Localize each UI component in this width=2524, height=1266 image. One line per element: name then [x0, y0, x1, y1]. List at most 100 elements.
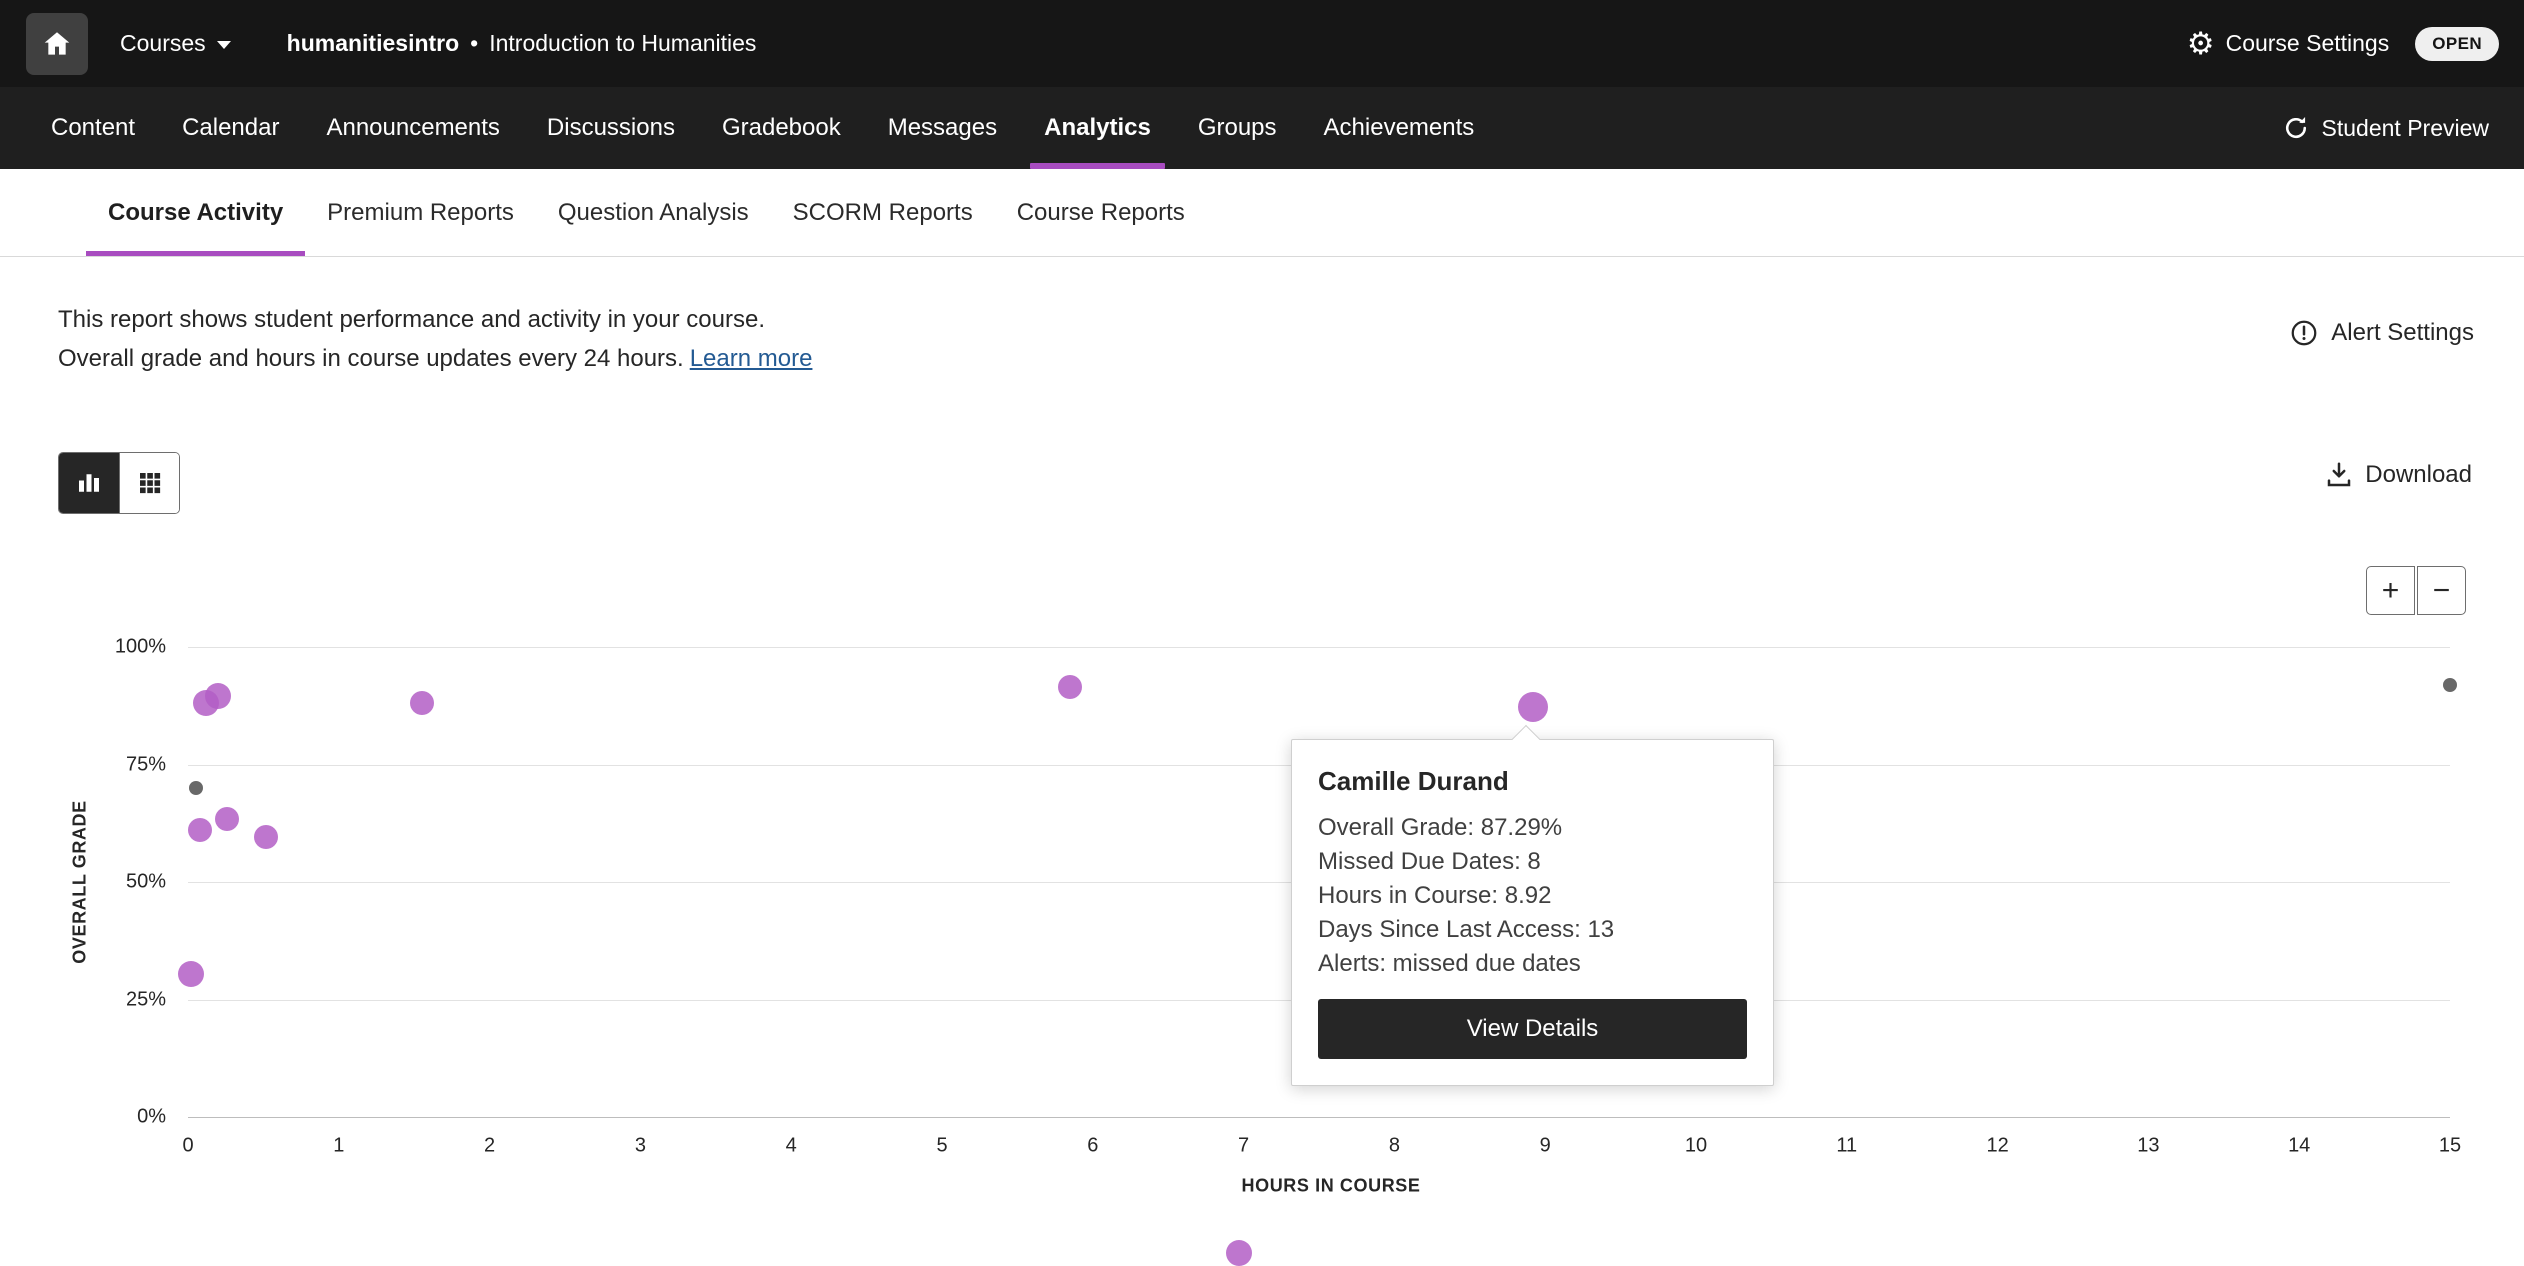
topbar: Courses humanitiesintro • Introduction t…: [0, 0, 2524, 87]
data-point[interactable]: [189, 781, 203, 795]
table-grid-icon: [135, 468, 165, 498]
tab-discussions[interactable]: Discussions: [547, 87, 675, 169]
view-toggle-group: [58, 452, 180, 514]
topbar-right: ⚙ Course Settings OPEN: [2187, 27, 2499, 61]
data-point[interactable]: [215, 807, 239, 831]
gridline: [188, 1117, 2450, 1118]
subnav-tabs: Course Activity Premium Reports Question A…: [0, 169, 2524, 256]
report-description-line2: Overall grade and hours in course update…: [58, 339, 812, 378]
download-label: Download: [2365, 461, 2472, 489]
x-axis-title: HOURS IN COURSE: [1241, 1176, 1420, 1197]
alert-settings-button[interactable]: Alert Settings: [2289, 318, 2474, 348]
student-preview-label: Student Preview: [2322, 115, 2489, 142]
subtab-course-reports[interactable]: Course Reports: [1017, 169, 1185, 256]
tooltip-stat: Overall Grade: 87.29%: [1318, 811, 1747, 845]
report-description-line1: This report shows student performance an…: [58, 300, 812, 339]
gear-icon: ⚙: [2187, 28, 2215, 59]
tab-achievements[interactable]: Achievements: [1324, 87, 1475, 169]
open-status-badge: OPEN: [2415, 27, 2499, 61]
report-description-line2-text: Overall grade and hours in course update…: [58, 345, 684, 372]
data-point[interactable]: [410, 691, 434, 715]
course-settings-button[interactable]: ⚙ Course Settings: [2187, 28, 2389, 59]
x-tick-label: 14: [2288, 1135, 2310, 1158]
gridline: [188, 647, 2450, 648]
subtab-question-analysis[interactable]: Question Analysis: [558, 169, 749, 256]
x-tick-label: 4: [786, 1135, 797, 1158]
tab-groups[interactable]: Groups: [1198, 87, 1277, 169]
report-description: This report shows student performance an…: [58, 300, 812, 378]
x-tick-label: 15: [2439, 1135, 2461, 1158]
tooltip-lines: Overall Grade: 87.29%Missed Due Dates: 8…: [1318, 811, 1747, 981]
y-tick-label: 100%: [0, 636, 166, 659]
data-point-partial[interactable]: [1226, 1240, 1252, 1266]
x-tick-label: 12: [1986, 1135, 2008, 1158]
tooltip-student-name: Camille Durand: [1318, 766, 1747, 797]
x-tick-label: 5: [936, 1135, 947, 1158]
scatter-chart: 100%75%50%25%0% 0123456789101112131415 O…: [0, 647, 2524, 1262]
x-tick-label: 0: [182, 1135, 193, 1158]
data-point[interactable]: [178, 961, 204, 987]
tab-gradebook[interactable]: Gradebook: [722, 87, 841, 169]
x-tick-label: 9: [1540, 1135, 1551, 1158]
tab-announcements[interactable]: Announcements: [326, 87, 499, 169]
courses-label: Courses: [120, 30, 206, 57]
alert-icon: [2289, 318, 2319, 348]
y-tick-label: 0%: [0, 1106, 166, 1129]
home-icon: [41, 28, 73, 60]
student-tooltip: Camille Durand Overall Grade: 87.29%Miss…: [1291, 739, 1774, 1086]
x-tick-label: 6: [1087, 1135, 1098, 1158]
data-point[interactable]: [2443, 678, 2457, 692]
bar-chart-icon: [74, 468, 104, 498]
data-point[interactable]: [1058, 675, 1082, 699]
x-tick-label: 10: [1685, 1135, 1707, 1158]
student-preview-refresh-icon: [2282, 114, 2310, 142]
download-button[interactable]: Download: [2324, 460, 2472, 490]
x-tick-label: 11: [1836, 1135, 1857, 1158]
view-details-button[interactable]: View Details: [1318, 999, 1747, 1059]
course-settings-label: Course Settings: [2226, 30, 2390, 57]
breadcrumb-course-name: Introduction to Humanities: [489, 30, 756, 57]
y-tick-label: 25%: [0, 988, 166, 1011]
y-axis-title: OVERALL GRADE: [70, 800, 91, 963]
home-button[interactable]: [26, 13, 88, 75]
x-tick-label: 1: [333, 1135, 344, 1158]
tab-messages[interactable]: Messages: [888, 87, 997, 169]
data-point[interactable]: [254, 825, 278, 849]
x-tick-label: 13: [2137, 1135, 2159, 1158]
zoom-controls: + −: [2366, 566, 2466, 615]
zoom-in-button[interactable]: +: [2366, 566, 2415, 615]
zoom-out-button[interactable]: −: [2417, 566, 2466, 615]
data-point[interactable]: [188, 818, 212, 842]
student-preview-button[interactable]: Student Preview: [2282, 114, 2489, 142]
tooltip-stat: Alerts: missed due dates: [1318, 947, 1747, 981]
tooltip-stat: Hours in Course: 8.92: [1318, 879, 1747, 913]
course-nav: Content Calendar Announcements Discussions G…: [0, 87, 2524, 169]
breadcrumb-separator: •: [470, 30, 478, 57]
data-point[interactable]: [205, 683, 231, 709]
analytics-subnav: Course Activity Premium Reports Question A…: [0, 169, 2524, 257]
courses-menu-button[interactable]: Courses: [120, 30, 231, 57]
chevron-down-icon: [217, 41, 231, 49]
x-tick-label: 8: [1389, 1135, 1400, 1158]
x-tick-label: 2: [484, 1135, 495, 1158]
nav-tabs: Content Calendar Announcements Discussions G…: [0, 87, 1474, 169]
tooltip-stat: Days Since Last Access: 13: [1318, 913, 1747, 947]
y-tick-label: 75%: [0, 753, 166, 776]
learn-more-link[interactable]: Learn more: [690, 345, 813, 372]
breadcrumb-course-id: humanitiesintro: [287, 30, 460, 57]
breadcrumb: humanitiesintro • Introduction to Humani…: [287, 30, 757, 57]
table-view-button[interactable]: [119, 453, 179, 513]
x-tick-label: 3: [635, 1135, 646, 1158]
tab-analytics[interactable]: Analytics: [1044, 87, 1151, 169]
subtab-course-activity[interactable]: Course Activity: [108, 169, 283, 256]
tab-calendar[interactable]: Calendar: [182, 87, 279, 169]
x-tick-label: 7: [1238, 1135, 1249, 1158]
tab-content[interactable]: Content: [51, 87, 135, 169]
alert-settings-label: Alert Settings: [2331, 319, 2474, 347]
download-icon: [2324, 460, 2354, 490]
subtab-scorm-reports[interactable]: SCORM Reports: [793, 169, 973, 256]
tooltip-stat: Missed Due Dates: 8: [1318, 845, 1747, 879]
subtab-premium-reports[interactable]: Premium Reports: [327, 169, 514, 256]
data-point[interactable]: [1518, 692, 1548, 722]
chart-view-button[interactable]: [59, 453, 119, 513]
